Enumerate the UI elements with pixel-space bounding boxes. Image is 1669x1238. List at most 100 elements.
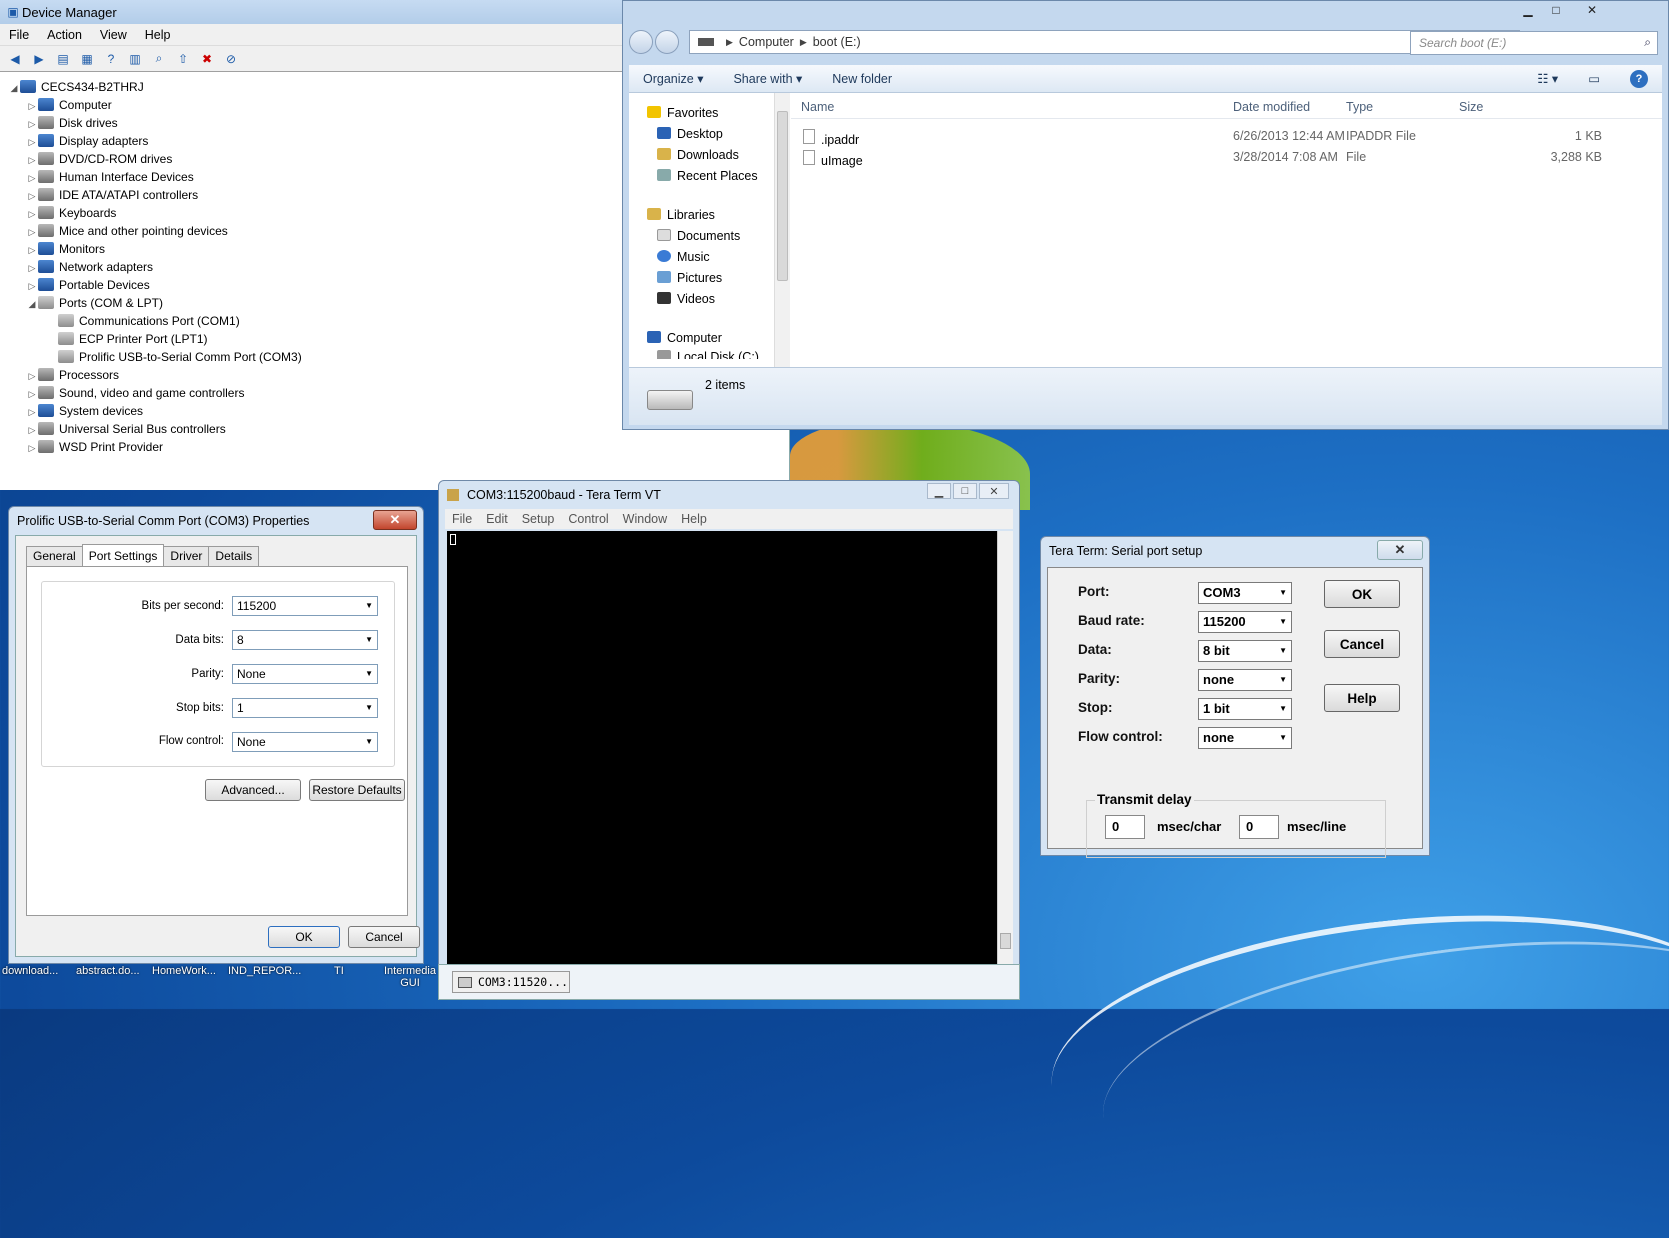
expand-icon[interactable]: ▷ xyxy=(26,187,38,205)
expand-icon[interactable]: ▷ xyxy=(26,367,38,385)
expand-icon[interactable]: ▷ xyxy=(26,403,38,421)
nav-pictures[interactable]: Pictures xyxy=(629,268,774,289)
expand-icon[interactable]: ▷ xyxy=(26,151,38,169)
forward-icon[interactable]: ▶ xyxy=(30,51,48,67)
char-delay-input[interactable]: 0 xyxy=(1105,815,1145,839)
tree-category[interactable]: ▷ WSD Print Provider xyxy=(8,438,779,456)
expand-icon[interactable]: ▷ xyxy=(26,421,38,439)
menu-edit[interactable]: Edit xyxy=(479,512,515,526)
file-row[interactable]: uImage 3/28/2014 7:08 AM File 3,288 KB xyxy=(791,146,1662,168)
baud-rate-select[interactable]: 115200 xyxy=(1198,611,1292,633)
tab-port-settings[interactable]: Port Settings xyxy=(81,544,165,566)
parity-select[interactable]: None xyxy=(232,664,378,684)
close-button[interactable]: ✕ xyxy=(1570,1,1614,19)
advanced-button[interactable]: Advanced... xyxy=(205,779,301,801)
desktop-icon[interactable]: IND_REPOR... xyxy=(228,965,301,977)
nav-videos[interactable]: Videos xyxy=(629,289,774,310)
organize-button[interactable]: Organize ▾ xyxy=(643,71,703,86)
bits-per-second-select[interactable]: 115200 xyxy=(232,596,378,616)
view-options-icon[interactable]: ☷ ▾ xyxy=(1537,71,1558,86)
menu-setup[interactable]: Setup xyxy=(515,512,562,526)
collapse-icon[interactable]: ◢ xyxy=(8,79,20,97)
details-icon[interactable]: ▥ xyxy=(126,51,144,67)
port-select[interactable]: COM3 xyxy=(1198,582,1292,604)
close-button[interactable]: ✕ xyxy=(979,483,1009,499)
search-input[interactable]: Search boot (E:) ⌕ xyxy=(1410,31,1658,55)
minimize-button[interactable]: ▁ xyxy=(927,483,951,499)
expand-icon[interactable]: ▷ xyxy=(26,241,38,259)
expand-icon[interactable]: ▷ xyxy=(26,439,38,457)
nav-scrollbar[interactable] xyxy=(774,93,790,367)
data-select[interactable]: 8 bit xyxy=(1198,640,1292,662)
cancel-button[interactable]: Cancel xyxy=(348,926,420,948)
column-size[interactable]: Size xyxy=(1459,100,1483,114)
menu-help[interactable]: Help xyxy=(674,512,714,526)
nav-documents[interactable]: Documents xyxy=(629,226,774,247)
scroll-thumb[interactable] xyxy=(1000,933,1011,949)
terminal-screen[interactable] xyxy=(447,531,997,967)
file-row[interactable]: .ipaddr 6/26/2013 12:44 AM IPADDR File 1… xyxy=(791,125,1662,147)
close-button[interactable]: ✕ xyxy=(1377,540,1423,560)
column-type[interactable]: Type xyxy=(1346,100,1373,114)
back-button[interactable] xyxy=(629,30,653,54)
restore-defaults-button[interactable]: Restore Defaults xyxy=(309,779,405,801)
maximize-button[interactable]: □ xyxy=(953,483,977,499)
desktop-icon[interactable]: HomeWork... xyxy=(152,965,216,977)
collapse-icon[interactable]: ◢ xyxy=(26,295,38,313)
ok-button[interactable]: OK xyxy=(268,926,340,948)
column-name[interactable]: Name xyxy=(801,100,834,114)
ok-button[interactable]: OK xyxy=(1324,580,1400,608)
desktop-icon[interactable]: Intermedia GUI xyxy=(380,965,440,989)
breadcrumb-item[interactable]: Computer xyxy=(739,35,794,49)
nav-computer[interactable]: Computer xyxy=(629,328,774,349)
nav-recent-places[interactable]: Recent Places xyxy=(629,166,774,187)
maximize-button[interactable]: □ xyxy=(1542,1,1570,19)
cancel-button[interactable]: Cancel xyxy=(1324,630,1400,658)
nav-downloads[interactable]: Downloads xyxy=(629,145,774,166)
column-date-modified[interactable]: Date modified xyxy=(1233,100,1310,114)
desktop-icon[interactable]: TI xyxy=(334,965,344,977)
new-folder-button[interactable]: New folder xyxy=(832,72,892,86)
nav-local-disk[interactable]: Local Disk (C:) xyxy=(629,349,774,359)
terminal-scrollbar[interactable] xyxy=(997,531,1013,967)
menu-control[interactable]: Control xyxy=(561,512,615,526)
expand-icon[interactable]: ▷ xyxy=(26,205,38,223)
scroll-thumb[interactable] xyxy=(777,111,788,281)
nav-desktop[interactable]: Desktop xyxy=(629,124,774,145)
preview-pane-icon[interactable]: ▭ xyxy=(1588,71,1600,86)
back-icon[interactable]: ◀ xyxy=(6,51,24,67)
flow-control-select[interactable]: none xyxy=(1198,727,1292,749)
menu-help[interactable]: Help xyxy=(136,28,180,42)
parity-select[interactable]: none xyxy=(1198,669,1292,691)
close-button[interactable]: ✕ xyxy=(373,510,417,530)
expand-icon[interactable]: ▷ xyxy=(26,115,38,133)
breadcrumb-item[interactable]: boot (E:) xyxy=(813,35,861,49)
menu-view[interactable]: View xyxy=(91,28,136,42)
up-icon[interactable]: ▤ xyxy=(54,51,72,67)
expand-icon[interactable]: ▷ xyxy=(26,169,38,187)
help-icon[interactable]: ? xyxy=(102,51,120,67)
expand-icon[interactable]: ▷ xyxy=(26,133,38,151)
help-button[interactable]: Help xyxy=(1324,684,1400,712)
desktop-icon[interactable]: abstract.do... xyxy=(76,965,140,977)
expand-icon[interactable]: ▷ xyxy=(26,97,38,115)
expand-icon[interactable]: ▷ xyxy=(26,385,38,403)
minimize-button[interactable]: ▁ xyxy=(1514,1,1542,19)
data-bits-select[interactable]: 8 xyxy=(232,630,378,650)
line-delay-input[interactable]: 0 xyxy=(1239,815,1279,839)
stop-bits-select[interactable]: 1 xyxy=(232,698,378,718)
menu-file[interactable]: File xyxy=(0,28,38,42)
help-icon[interactable]: ? xyxy=(1630,69,1648,88)
stop-select[interactable]: 1 bit xyxy=(1198,698,1292,720)
tab-details[interactable]: Details xyxy=(208,546,260,566)
desktop-icon[interactable]: download... xyxy=(2,965,58,977)
nav-music[interactable]: Music xyxy=(629,247,774,268)
menu-file[interactable]: File xyxy=(445,512,479,526)
update-driver-icon[interactable]: ⇧ xyxy=(174,51,192,67)
expand-icon[interactable]: ▷ xyxy=(26,259,38,277)
taskbar-item-teraterm[interactable]: COM3:11520... xyxy=(452,971,570,993)
expand-icon[interactable]: ▷ xyxy=(26,277,38,295)
menu-action[interactable]: Action xyxy=(38,28,91,42)
properties-icon[interactable]: ▦ xyxy=(78,51,96,67)
flow-control-select[interactable]: None xyxy=(232,732,378,752)
